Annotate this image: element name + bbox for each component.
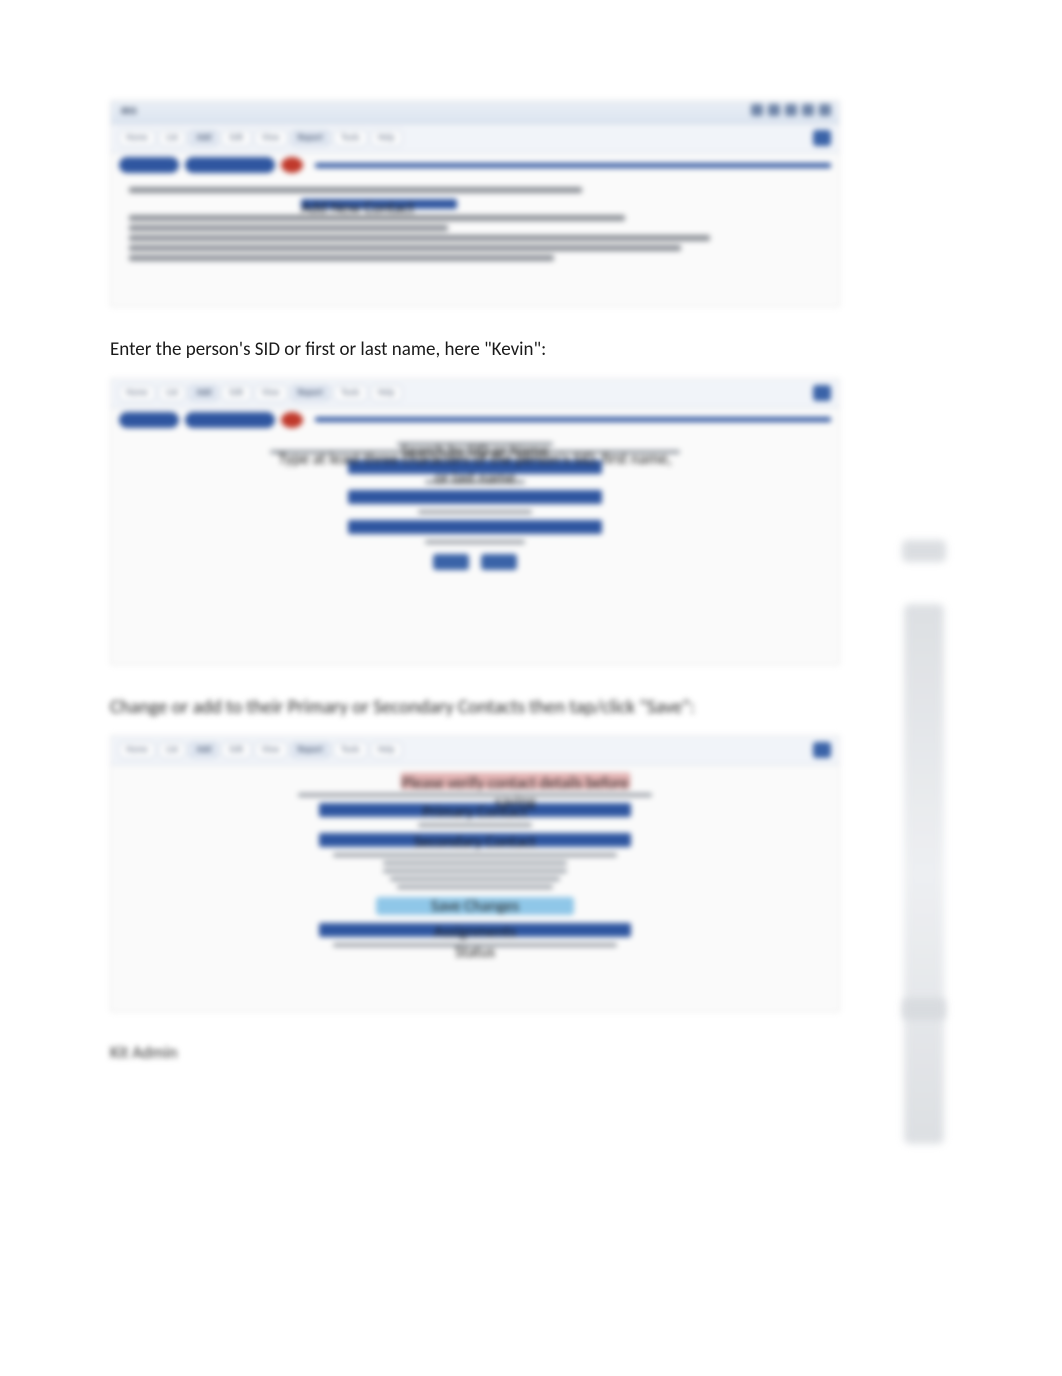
titlebar-icon-group bbox=[751, 104, 831, 116]
window-titlebar: IRIS bbox=[111, 101, 839, 124]
cancel-button[interactable] bbox=[481, 554, 517, 570]
text-line bbox=[129, 245, 681, 251]
section-assignments: Assignments bbox=[319, 923, 631, 937]
tab-home[interactable]: Home bbox=[119, 130, 155, 146]
menu-square-button[interactable] bbox=[813, 742, 831, 758]
section-heading: Add New Contact bbox=[301, 199, 457, 209]
tab-help[interactable]: Help bbox=[371, 130, 402, 146]
close-icon[interactable] bbox=[819, 104, 831, 116]
tab-edit[interactable]: Edit bbox=[222, 385, 250, 401]
tab-report[interactable]: Report bbox=[291, 742, 330, 758]
min-icon[interactable] bbox=[751, 104, 763, 116]
app-title: IRIS bbox=[121, 104, 137, 117]
menu-square-button[interactable] bbox=[813, 130, 831, 146]
section-primary-contact: Primary Contact bbox=[319, 803, 631, 817]
preview-watermark-node bbox=[902, 540, 946, 562]
button-row bbox=[121, 554, 829, 575]
text-line bbox=[129, 235, 710, 241]
form-row[interactable] bbox=[333, 853, 616, 857]
status-bar: Status bbox=[333, 943, 616, 947]
tab-view[interactable]: View bbox=[255, 130, 287, 146]
toolbar-go-button[interactable] bbox=[281, 157, 303, 173]
user-icon[interactable] bbox=[802, 104, 814, 116]
text-line bbox=[129, 187, 582, 193]
result-row[interactable] bbox=[348, 520, 603, 534]
tab-list[interactable]: List bbox=[159, 742, 185, 758]
tab-help[interactable]: Help bbox=[371, 742, 402, 758]
prompt-text: Search by SID or Name bbox=[397, 442, 553, 446]
instruction-text-1: Enter the person's SID or first or last … bbox=[110, 337, 840, 364]
preview-watermark-node bbox=[902, 998, 946, 1020]
screenshot-1: IRIS Home List Add Edit View Report Tool… bbox=[110, 100, 840, 307]
form-row[interactable] bbox=[383, 869, 567, 873]
toolbar-go-button[interactable] bbox=[281, 412, 303, 428]
toolbar-pill-search[interactable] bbox=[185, 412, 275, 428]
section-secondary-contact: Secondary Contact bbox=[319, 833, 631, 847]
toolbar-pill-search[interactable] bbox=[185, 157, 275, 173]
result-row[interactable] bbox=[348, 490, 603, 504]
alert-banner: Please verify contact details before sav… bbox=[401, 773, 630, 789]
result-row-caption bbox=[418, 510, 531, 514]
tab-home[interactable]: Home bbox=[119, 742, 155, 758]
save-button[interactable] bbox=[433, 554, 469, 570]
tab-list[interactable]: List bbox=[159, 130, 185, 146]
instruction-text-2: Change or add to their Primary or Second… bbox=[110, 695, 840, 722]
tab-list[interactable]: List bbox=[159, 385, 185, 401]
form-row[interactable] bbox=[390, 877, 560, 881]
tab-home[interactable]: Home bbox=[119, 385, 155, 401]
menu-square-button[interactable] bbox=[813, 385, 831, 401]
screenshot-2: Home List Add Edit View Report Tools Hel… bbox=[110, 378, 840, 665]
tab-add[interactable]: Add bbox=[189, 385, 218, 401]
form-row[interactable] bbox=[397, 885, 553, 889]
toolbar-row bbox=[111, 408, 839, 432]
toolbar-divider bbox=[315, 163, 831, 168]
tab-bar: Home List Add Edit View Report Tools Hel… bbox=[111, 736, 839, 765]
tab-tools[interactable]: Tools bbox=[334, 742, 367, 758]
form-row[interactable] bbox=[383, 861, 567, 865]
tab-help[interactable]: Help bbox=[371, 385, 402, 401]
tab-edit[interactable]: Edit bbox=[222, 742, 250, 758]
tab-bar: Home List Add Edit View Report Tools Hel… bbox=[111, 379, 839, 408]
toolbar-pill-new[interactable] bbox=[119, 157, 179, 173]
field-caption bbox=[418, 823, 531, 827]
text-line bbox=[129, 255, 554, 261]
help-icon[interactable] bbox=[785, 104, 797, 116]
save-changes-button[interactable]: Save Changes bbox=[376, 897, 574, 915]
footer-text: Kit Admin bbox=[110, 1042, 840, 1063]
tab-view[interactable]: View bbox=[255, 742, 287, 758]
preview-watermark bbox=[904, 604, 944, 1144]
text-line bbox=[129, 225, 448, 231]
tab-report[interactable]: Report bbox=[291, 385, 330, 401]
tab-bar: Home List Add Edit View Report Tools Hel… bbox=[111, 124, 839, 153]
sub-text: Type at least three characters of the pe… bbox=[270, 450, 681, 454]
toolbar-divider bbox=[315, 417, 831, 422]
max-icon[interactable] bbox=[768, 104, 780, 116]
tab-add[interactable]: Add bbox=[189, 130, 218, 146]
sub-text bbox=[298, 793, 652, 797]
result-row-caption bbox=[425, 540, 524, 544]
tab-tools[interactable]: Tools bbox=[334, 130, 367, 146]
tab-add[interactable]: Add bbox=[189, 742, 218, 758]
tab-view[interactable]: View bbox=[255, 385, 287, 401]
tab-edit[interactable]: Edit bbox=[222, 130, 250, 146]
toolbar-pill-new[interactable] bbox=[119, 412, 179, 428]
toolbar-row bbox=[111, 153, 839, 177]
tab-report[interactable]: Report bbox=[291, 130, 330, 146]
tab-tools[interactable]: Tools bbox=[334, 385, 367, 401]
screenshot-3: Home List Add Edit View Report Tools Hel… bbox=[110, 735, 840, 1012]
